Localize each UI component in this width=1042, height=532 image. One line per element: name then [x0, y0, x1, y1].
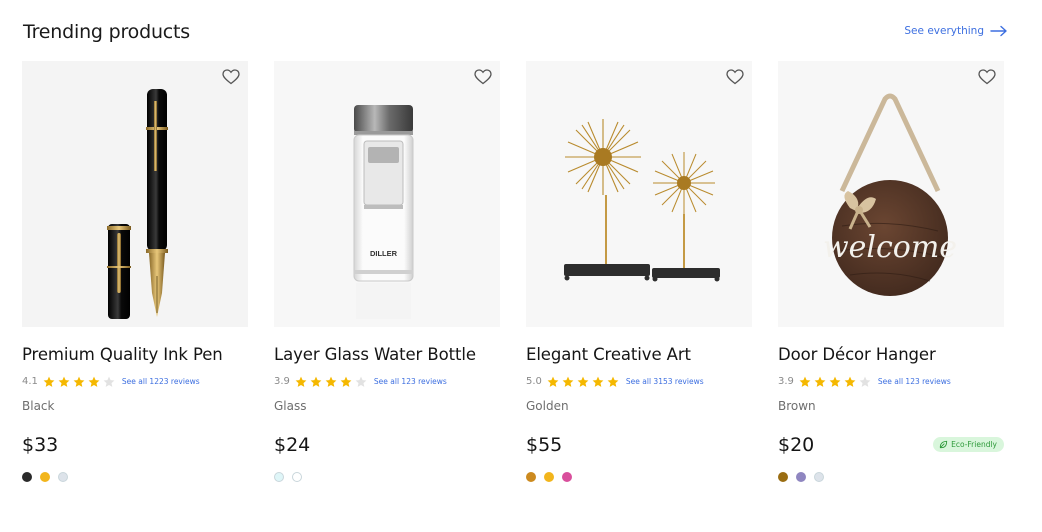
star-empty-icon: [355, 376, 367, 387]
product-price: $24: [274, 434, 311, 456]
star-filled-icon: [295, 376, 307, 387]
star-filled-icon: [325, 376, 337, 387]
product-variant: Golden: [526, 399, 569, 413]
product-image[interactable]: welcome: [778, 61, 1004, 327]
product-card[interactable]: Premium Quality Ink Pen 4.1 See all 1223…: [22, 61, 248, 501]
color-swatch[interactable]: [544, 472, 554, 482]
rating-row: 5.0 See all 3153 reviews: [526, 375, 704, 389]
product-price: $20: [778, 434, 815, 456]
product-image[interactable]: [22, 61, 248, 327]
star-filled-icon: [844, 376, 856, 387]
product-card[interactable]: welcome Door Décor Hanger 3.9 See all 12…: [778, 61, 1004, 501]
product-name[interactable]: Door Décor Hanger: [778, 344, 936, 366]
rating-row: 4.1 See all 1223 reviews: [22, 375, 200, 389]
rating-value: 4.1: [22, 376, 38, 387]
star-rating: [799, 376, 871, 388]
eco-friendly-badge: Eco-Friendly: [933, 437, 1004, 452]
see-reviews-link[interactable]: See all 3153 reviews: [626, 375, 704, 389]
rating-value: 5.0: [526, 376, 542, 387]
sign-text: welcome: [823, 230, 957, 265]
product-name[interactable]: Elegant Creative Art: [526, 344, 691, 366]
color-swatch[interactable]: [778, 472, 788, 482]
see-reviews-link[interactable]: See all 1223 reviews: [122, 375, 200, 389]
rating-row: 3.9 See all 123 reviews: [778, 375, 951, 389]
heart-icon[interactable]: [222, 69, 240, 85]
see-reviews-link[interactable]: See all 123 reviews: [374, 375, 447, 389]
star-filled-icon: [43, 376, 55, 387]
glass-bottle-image: DILLER: [353, 105, 414, 319]
see-everything-label: See everything: [904, 25, 984, 37]
leaf-icon: [940, 440, 948, 449]
color-swatch[interactable]: [814, 472, 824, 482]
star-filled-icon: [340, 376, 352, 387]
product-image[interactable]: DILLER: [274, 61, 500, 327]
color-swatch[interactable]: [22, 472, 32, 482]
star-filled-icon: [547, 376, 559, 387]
star-rating: [43, 376, 115, 388]
product-price: $33: [22, 434, 59, 456]
color-swatches: [526, 472, 572, 482]
product-variant: Brown: [778, 399, 816, 413]
heart-icon[interactable]: [978, 69, 996, 85]
color-swatch[interactable]: [526, 472, 536, 482]
product-card[interactable]: DILLER Layer Glass Water Bottle 3.9 See …: [274, 61, 500, 501]
fountain-pen-image: [107, 89, 168, 319]
heart-icon[interactable]: [474, 69, 492, 85]
star-filled-icon: [799, 376, 811, 387]
badge-label: Eco-Friendly: [951, 440, 997, 449]
welcome-sign-image: welcome: [823, 93, 957, 296]
product-price: $55: [526, 434, 563, 456]
section-title: Trending products: [23, 21, 190, 43]
product-card[interactable]: Elegant Creative Art 5.0 See all 3153 re…: [526, 61, 752, 501]
color-swatch[interactable]: [40, 472, 50, 482]
rating-row: 3.9 See all 123 reviews: [274, 375, 447, 389]
star-filled-icon: [310, 376, 322, 387]
star-empty-icon: [103, 376, 115, 387]
heart-icon[interactable]: [726, 69, 744, 85]
color-swatch[interactable]: [58, 472, 68, 482]
color-swatches: [778, 472, 824, 482]
star-filled-icon: [607, 376, 619, 387]
bottle-label-text: DILLER: [370, 249, 398, 258]
star-filled-icon: [829, 376, 841, 387]
star-filled-icon: [88, 376, 100, 387]
see-reviews-link[interactable]: See all 123 reviews: [878, 375, 951, 389]
star-filled-icon: [562, 376, 574, 387]
color-swatches: [22, 472, 68, 482]
section-header: Trending products See everything: [23, 19, 1008, 47]
product-image[interactable]: [526, 61, 752, 327]
golden-sculpture-image: [564, 119, 720, 282]
rating-value: 3.9: [274, 376, 290, 387]
star-rating: [295, 376, 367, 388]
product-grid: Premium Quality Ink Pen 4.1 See all 1223…: [22, 61, 1007, 501]
see-everything-link[interactable]: See everything: [904, 24, 1008, 38]
product-variant: Black: [22, 399, 55, 413]
color-swatches: [274, 472, 302, 482]
color-swatch[interactable]: [292, 472, 302, 482]
color-swatch[interactable]: [562, 472, 572, 482]
product-name[interactable]: Layer Glass Water Bottle: [274, 344, 476, 366]
product-variant: Glass: [274, 399, 307, 413]
color-swatch[interactable]: [796, 472, 806, 482]
arrow-right-icon: [990, 25, 1007, 37]
star-filled-icon: [592, 376, 604, 387]
star-filled-icon: [814, 376, 826, 387]
star-filled-icon: [73, 376, 85, 387]
star-rating: [547, 376, 619, 388]
rating-value: 3.9: [778, 376, 794, 387]
star-filled-icon: [58, 376, 70, 387]
star-filled-icon: [577, 376, 589, 387]
color-swatch[interactable]: [274, 472, 284, 482]
star-empty-icon: [859, 376, 871, 387]
product-name[interactable]: Premium Quality Ink Pen: [22, 344, 223, 366]
